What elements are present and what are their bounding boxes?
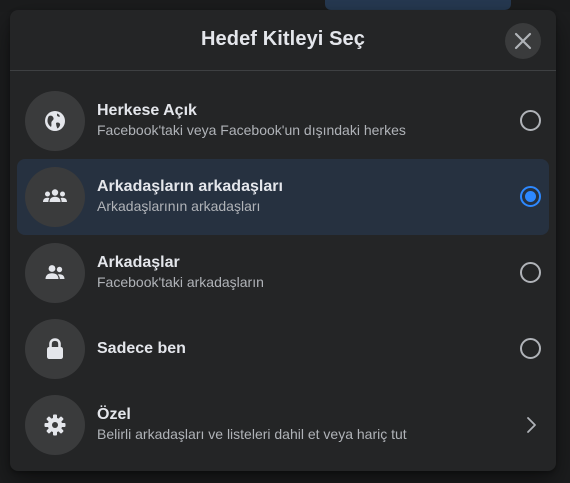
option-title: Arkadaşlar (97, 254, 180, 271)
radio-button[interactable] (520, 110, 541, 131)
option-subtitle: Facebook'taki arkadaşların (97, 274, 264, 290)
chevron-right-icon[interactable] (522, 413, 540, 437)
gear-icon (44, 414, 66, 436)
option-text: Özel Belirli arkadaşları ve listeleri da… (97, 405, 497, 443)
option-text: Sadece ben (97, 339, 497, 359)
option-text: Arkadaşların arkadaşları Arkadaşlarının … (97, 177, 497, 215)
option-only-me[interactable]: Sadece ben (17, 311, 549, 387)
option-text: Arkadaşlar Facebook'taki arkadaşların (97, 253, 497, 291)
option-title: Sadece ben (97, 340, 186, 357)
option-icon-circle (25, 91, 85, 151)
option-subtitle: Arkadaşlarının arkadaşları (97, 198, 261, 214)
option-title: Arkadaşların arkadaşları (97, 178, 283, 195)
close-icon (514, 32, 532, 50)
friends-of-friends-icon (43, 189, 67, 202)
radio-button-selected[interactable] (520, 186, 541, 207)
background-chip (325, 0, 511, 10)
option-title: Herkese Açık (97, 102, 197, 119)
option-title: Özel (97, 406, 131, 423)
option-custom[interactable]: Özel Belirli arkadaşları ve listeleri da… (17, 387, 549, 463)
radio-button[interactable] (520, 338, 541, 359)
option-text: Herkese Açık Facebook'taki veya Facebook… (97, 101, 497, 139)
friends-icon (45, 265, 65, 279)
option-subtitle: Facebook'taki veya Facebook'un dışındaki… (97, 122, 406, 138)
dialog-header: Hedef Kitleyi Seç (10, 10, 556, 71)
audience-dialog: Hedef Kitleyi Seç Herkese Açık Facebook'… (10, 10, 556, 471)
globe-icon (45, 111, 65, 131)
option-icon-circle (25, 167, 85, 227)
option-friends[interactable]: Arkadaşlar Facebook'taki arkadaşların (17, 235, 549, 311)
option-public[interactable]: Herkese Açık Facebook'taki veya Facebook… (17, 83, 549, 159)
option-icon-circle (25, 395, 85, 455)
lock-icon (47, 338, 63, 359)
close-button[interactable] (505, 23, 541, 59)
dialog-title: Hedef Kitleyi Seç (201, 28, 365, 50)
audience-options: Herkese Açık Facebook'taki veya Facebook… (17, 83, 549, 463)
option-icon-circle (25, 243, 85, 303)
option-icon-circle (25, 319, 85, 379)
option-subtitle: Belirli arkadaşları ve listeleri dahil e… (97, 426, 407, 442)
option-friends-of-friends[interactable]: Arkadaşların arkadaşları Arkadaşlarının … (17, 159, 549, 235)
radio-button[interactable] (520, 262, 541, 283)
